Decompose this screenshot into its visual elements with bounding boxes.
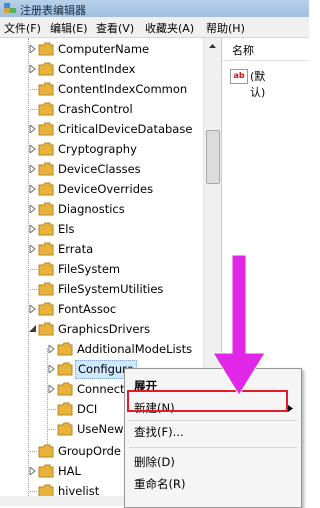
menu-file[interactable]: 文件(F) xyxy=(4,20,41,36)
folder-icon xyxy=(57,422,73,436)
scroll-up-arrow-icon[interactable] xyxy=(204,38,221,54)
folder-icon xyxy=(38,162,54,176)
folder-icon xyxy=(38,42,54,56)
tree-item-label: ComputerName xyxy=(58,42,150,56)
folder-icon xyxy=(38,142,54,156)
menu-help[interactable]: 帮助(H) xyxy=(206,20,245,36)
tree-item-label: FontAssoc xyxy=(58,302,117,316)
column-header-label: 名称 xyxy=(232,44,254,57)
folder-icon xyxy=(57,402,73,416)
submenu-arrow-icon xyxy=(288,405,293,412)
expand-arrow-icon[interactable] xyxy=(28,199,38,219)
menu-view[interactable]: 查看(V) xyxy=(96,20,134,36)
folder-icon xyxy=(38,282,54,296)
window-title: 注册表编辑器 xyxy=(20,4,86,17)
folder-icon xyxy=(57,362,73,376)
folder-icon xyxy=(38,242,54,256)
tree-item-label: Errata xyxy=(58,242,94,256)
tree-connector xyxy=(28,289,37,290)
context-menu-rename[interactable]: 重命名(R) xyxy=(125,473,301,495)
tree-item-label: GraphicsDrivers xyxy=(58,322,151,336)
folder-open-icon xyxy=(38,322,54,336)
tree-connector xyxy=(28,451,37,452)
tree-connector xyxy=(28,89,37,90)
tree-item-label: AdditionalModeLists xyxy=(77,342,193,356)
folder-icon xyxy=(38,444,54,458)
tree-item-label: CriticalDeviceDatabase xyxy=(58,122,193,136)
context-menu-find[interactable]: 查找(F)... xyxy=(125,421,301,443)
tree-item-label: GroupOrde xyxy=(58,444,121,458)
tree-connector xyxy=(47,429,56,430)
column-header-name[interactable]: 名称 xyxy=(222,38,309,61)
menu-item-label: 删除(D) xyxy=(134,455,175,469)
folder-icon xyxy=(38,122,54,136)
tree-item-label: Diagnostics xyxy=(58,202,125,216)
expand-arrow-icon[interactable] xyxy=(28,139,38,159)
folder-icon xyxy=(38,222,54,236)
tree-connector xyxy=(47,409,56,410)
expand-arrow-icon[interactable] xyxy=(47,379,57,399)
tree-item-label: ContentIndexCommon xyxy=(58,82,188,96)
folder-icon xyxy=(38,262,54,276)
expand-arrow-icon[interactable] xyxy=(28,59,38,79)
expand-arrow-icon[interactable] xyxy=(28,239,38,259)
folder-icon xyxy=(38,182,54,196)
tree-connector xyxy=(28,269,37,270)
expand-arrow-icon[interactable] xyxy=(28,119,38,139)
value-name: (默认) xyxy=(250,70,266,99)
menu-edit[interactable]: 编辑(E) xyxy=(50,20,88,36)
folder-icon xyxy=(57,382,73,396)
menu-item-label: 查找(F)... xyxy=(134,425,184,439)
expand-arrow-icon[interactable] xyxy=(47,339,57,359)
folder-icon xyxy=(38,82,54,96)
tree-item-label: CrashControl xyxy=(58,102,133,116)
menu-favorites[interactable]: 收藏夹(A) xyxy=(145,20,194,36)
expand-arrow-icon[interactable] xyxy=(28,159,38,179)
tree-item-label: HAL xyxy=(58,464,81,478)
tree-item-label: Els xyxy=(58,222,75,236)
menu-separator xyxy=(129,447,297,448)
folder-icon xyxy=(38,102,54,116)
expand-arrow-icon[interactable] xyxy=(28,39,38,59)
folder-icon xyxy=(57,342,73,356)
tree-item-label: Cryptography xyxy=(58,142,137,156)
menu-item-label: 重命名(R) xyxy=(134,477,186,491)
expand-arrow-icon[interactable] xyxy=(28,299,38,319)
tree-item-label: DeviceClasses xyxy=(58,162,141,176)
tree-item-label: Connect xyxy=(77,382,125,396)
tree-item-label: DCI xyxy=(77,402,98,416)
tree-item-label: DeviceOverrides xyxy=(58,182,154,196)
regedit-app-icon xyxy=(4,3,16,13)
scrollbar-thumb[interactable] xyxy=(206,130,220,184)
expand-arrow-icon[interactable] xyxy=(28,219,38,239)
tree-connector xyxy=(28,491,37,492)
tree-item-label: ContentIndex xyxy=(58,62,136,76)
title-bar: 注册表编辑器 xyxy=(0,0,309,17)
expand-arrow-icon[interactable] xyxy=(28,461,38,481)
string-value-icon: ab xyxy=(230,69,248,84)
pointer-arrow-icon xyxy=(212,255,266,396)
tree-item-label: UseNew xyxy=(77,422,124,436)
folder-icon xyxy=(38,62,54,76)
folder-icon xyxy=(38,202,54,216)
expand-arrow-icon[interactable] xyxy=(28,179,38,199)
collapse-arrow-icon[interactable] xyxy=(28,319,38,339)
tree-connector xyxy=(28,109,37,110)
tree-item-label: FileSystem xyxy=(58,262,121,276)
folder-icon xyxy=(38,302,54,316)
context-menu-delete[interactable]: 删除(D) xyxy=(125,451,301,473)
tree-item-label: FileSystemUtilities xyxy=(58,282,164,296)
menu-bar: 文件(F) 编辑(E) 查看(V) 收藏夹(A) 帮助(H) xyxy=(0,17,309,38)
expand-arrow-icon[interactable] xyxy=(47,359,57,379)
folder-icon xyxy=(38,464,54,478)
